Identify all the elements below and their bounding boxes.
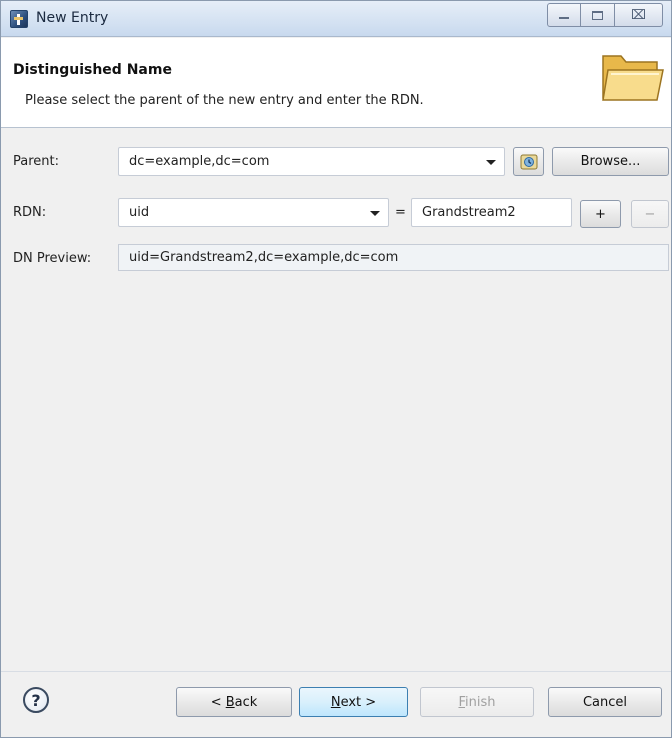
dn-preview-label: DN Preview: — [13, 251, 92, 266]
rdn-attribute-combo[interactable]: uid — [118, 198, 389, 227]
new-entry-dialog: New Entry ⌧ Distinguished Name Please se… — [0, 0, 672, 738]
cancel-button[interactable]: Cancel — [548, 687, 662, 717]
next-button-label: Next > — [331, 695, 376, 710]
back-mnemonic: B — [225, 694, 235, 710]
close-button[interactable]: ⌧ — [615, 3, 663, 27]
window-title: New Entry — [36, 10, 109, 26]
minus-icon: − — [644, 206, 656, 222]
close-icon: ⌧ — [631, 7, 646, 23]
cancel-button-label: Cancel — [582, 694, 628, 710]
back-prefix: < — [210, 694, 226, 710]
maximize-icon — [592, 10, 603, 20]
next-mnemonic: N — [330, 694, 341, 710]
remove-rdn-button[interactable]: − — [631, 200, 669, 228]
chevron-down-icon[interactable] — [486, 160, 496, 165]
plus-icon: + — [595, 206, 606, 222]
history-icon — [520, 154, 537, 169]
minimize-button[interactable] — [547, 3, 581, 27]
back-button[interactable]: < Back — [176, 687, 292, 717]
chevron-down-icon[interactable] — [370, 211, 380, 216]
next-rest: ext > — [340, 694, 377, 710]
help-icon[interactable]: ? — [23, 687, 49, 713]
browse-button[interactable]: Browse... — [552, 147, 669, 176]
parent-combo[interactable]: dc=example,dc=com — [118, 147, 505, 176]
help-glyph: ? — [31, 690, 41, 710]
rdn-value: Grandstream2 — [422, 205, 516, 220]
back-rest: ack — [234, 694, 258, 710]
title-bar[interactable]: New Entry ⌧ — [1, 1, 671, 37]
dn-preview-value: uid=Grandstream2,dc=example,dc=com — [129, 250, 399, 265]
finish-rest: inish — [465, 694, 496, 710]
rdn-attribute-value: uid — [129, 205, 150, 220]
next-button[interactable]: Next > — [299, 687, 408, 717]
finish-button-label: Finish — [458, 695, 495, 710]
page-title: Distinguished Name — [13, 62, 172, 78]
browse-button-label: Browse... — [580, 154, 641, 169]
maximize-button[interactable] — [581, 3, 615, 27]
parent-label: Parent: — [13, 154, 59, 169]
parent-value: dc=example,dc=com — [129, 154, 270, 169]
window-controls: ⌧ — [547, 3, 663, 29]
rdn-value-field[interactable]: Grandstream2 — [411, 198, 572, 227]
equals-sign: = — [395, 205, 406, 220]
parent-history-button[interactable] — [513, 147, 544, 176]
folder-icon — [602, 55, 664, 101]
rdn-label: RDN: — [13, 205, 47, 220]
dn-preview-field: uid=Grandstream2,dc=example,dc=com — [118, 244, 669, 271]
footer-separator — [1, 671, 671, 672]
finish-button[interactable]: Finish — [420, 687, 534, 717]
minimize-icon — [559, 17, 569, 19]
back-button-label: < Back — [211, 695, 258, 710]
app-icon — [10, 10, 28, 28]
wizard-banner: Distinguished Name Please select the par… — [1, 38, 671, 128]
page-description: Please select the parent of the new entr… — [25, 93, 424, 108]
add-rdn-button[interactable]: + — [580, 200, 621, 228]
